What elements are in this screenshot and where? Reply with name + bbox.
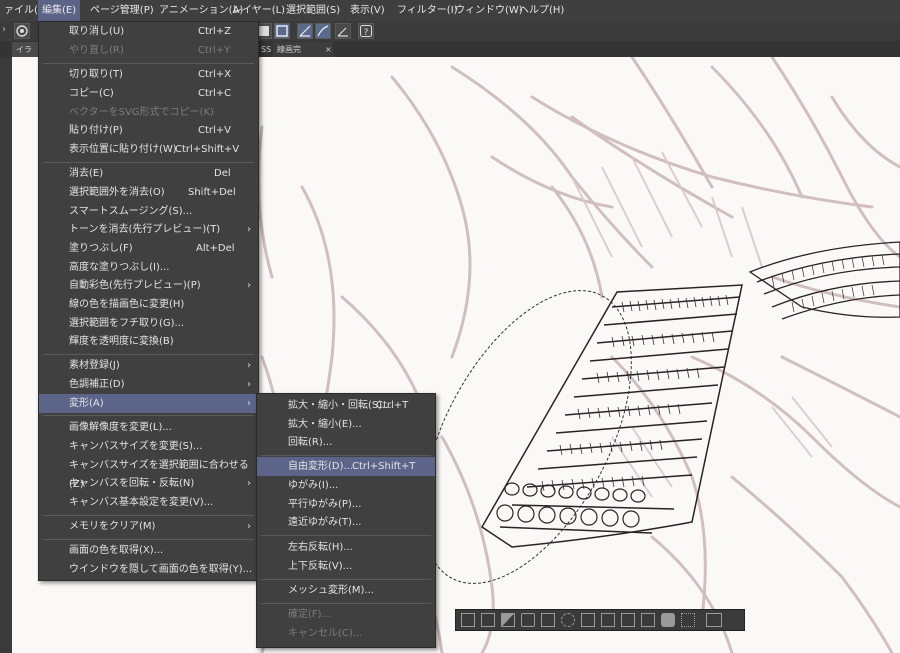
tab-illust[interactable]: イラスト [12,42,39,57]
menu-item-tonal-correction[interactable]: 色調補正(D) › [39,375,258,394]
special-ruler-snap-icon[interactable] [315,23,331,39]
menu-item-free-transform[interactable]: 自由変形(D)... Ctrl+Shift+T [257,457,435,476]
menu-view[interactable]: 表示(V) [346,0,389,21]
shrink-selection-icon[interactable] [541,613,555,627]
menu-item-perspective-distort[interactable]: 遠近ゆがみ(T)... [257,513,435,532]
menu-item-flip-vertical[interactable]: 上下反転(V)... [257,557,435,576]
feather-selection-icon[interactable] [561,613,575,627]
menu-item-paste[interactable]: 貼り付け(P) Ctrl+V [39,121,258,140]
fill-icon[interactable] [661,613,675,627]
menu-item-rotate[interactable]: 回転(R)... [257,433,435,452]
cut-paste-icon[interactable] [601,613,615,627]
menu-item-cut[interactable]: 切り取り(T) Ctrl+X [39,65,258,84]
select-all-icon[interactable] [481,613,495,627]
submenu-arrow-icon: › [247,379,251,390]
menu-item-scale[interactable]: 拡大・縮小(E)... [257,415,435,434]
svg-text:?: ? [364,28,369,38]
menu-item-obtain-screen-color[interactable]: 画面の色を取得(X)... [39,541,258,560]
menu-separator [43,162,254,163]
menu-item-auto-color[interactable]: 自動彩色(先行プレビュー)(P) › [39,276,258,295]
menu-separator [261,455,431,456]
menu-item-clear-memory[interactable]: メモリをクリア(M) › [39,517,258,536]
menu-separator [261,603,431,604]
menu-separator [43,354,254,355]
menu-item-smart-smoothing[interactable]: スマートスムージング(S)... [39,202,258,221]
menu-item-change-resolution[interactable]: 画像解像度を変更(L)... [39,418,258,437]
menu-item-clear-outside-selection[interactable]: 選択範囲外を消去(O) Shift+Del [39,183,258,202]
app-logo-icon[interactable] [14,23,30,39]
menu-item-copy-vector-svg[interactable]: ベクターをSVG形式でコピー(K) [39,103,258,122]
crop-icon[interactable] [641,613,655,627]
menu-item-border-selection[interactable]: 選択範囲をフチ取り(G)... [39,314,258,333]
menu-bar: ァイル(F) 編集(E) ページ管理(P) アニメーション(A) レイヤー(L)… [0,0,900,22]
ruler-snap-icon[interactable] [297,23,313,39]
help-icon[interactable]: ? [358,23,374,39]
menu-page-management[interactable]: ページ管理(P) [86,0,158,21]
menu-item-fit-canvas-to-selection[interactable]: キャンバスサイズを選択範囲に合わせる(Z) [39,456,258,490]
menu-item-register-material[interactable]: 素材登録(J) › [39,356,258,375]
menu-separator [43,415,254,416]
transform-submenu: 拡大・縮小・回転(S)... Ctrl+T 拡大・縮小(E)... 回転(R)..… [256,393,436,648]
menu-item-flip-horizontal[interactable]: 左右反転(H)... [257,538,435,557]
submenu-arrow-icon: › [247,521,251,532]
launcher-settings-icon[interactable] [706,613,722,627]
menu-item-transform[interactable]: 変形(A) › [39,394,258,413]
menu-item-parallel-distort[interactable]: 平行ゆがみ(P)... [257,495,435,514]
menu-separator [261,579,431,580]
menu-separator [43,63,254,64]
selection-frame-icon[interactable] [274,23,290,39]
menu-item-redo[interactable]: やり直し(R) Ctrl+Y [39,41,258,60]
menu-item-canvas-basic-settings[interactable]: キャンバス基本設定を変更(V)... [39,493,258,512]
menu-item-copy[interactable]: コピー(C) Ctrl+C [39,84,258,103]
grid-snap-icon[interactable] [335,23,351,39]
menu-selection[interactable]: 選択範囲(S) [282,0,344,21]
submenu-arrow-icon: › [247,360,251,371]
menu-item-fill[interactable]: 塗りつぶし(F) Alt+Del [39,239,258,258]
submenu-arrow-icon: › [247,224,251,235]
menu-item-distort[interactable]: ゆがみ(I)... [257,476,435,495]
copy-paste-icon[interactable] [581,613,595,627]
expand-selection-icon[interactable] [521,613,535,627]
menu-item-remove-tone[interactable]: トーンを消去(先行プレビュー)(T) › [39,220,258,239]
menu-item-luminance-to-transparency[interactable]: 輝度を透明度に変換(B) [39,332,258,351]
submenu-arrow-icon: › [247,478,251,489]
edit-menu: 取り消し(U) Ctrl+Z やり直し(R) Ctrl+Y 切り取り(T) Ctrl+… [38,21,259,581]
copy-icon[interactable] [621,613,635,627]
menu-item-mesh-transform[interactable]: メッシュ変形(M)... [257,581,435,600]
menu-item-paste-in-place[interactable]: 表示位置に貼り付け(W) Ctrl+Shift+V [39,140,258,159]
menu-layer[interactable]: レイヤー(L) [228,0,289,21]
submenu-arrow-icon: › [247,280,251,291]
tab-lineart-complete[interactable]: 線画完成.p... [273,42,321,57]
menu-edit[interactable]: 編集(E) [38,0,81,21]
menu-item-rotate-flip-canvas[interactable]: キャンバスを回転・反転(N) › [39,474,258,493]
menu-separator [43,539,254,540]
tone-icon[interactable] [681,613,695,627]
menu-help[interactable]: ヘルプ(H) [515,0,568,21]
deselect-icon[interactable] [461,613,475,627]
selection-launcher-bar [455,609,745,631]
menu-item-change-canvas-size[interactable]: キャンバスサイズを変更(S)... [39,437,258,456]
menu-item-undo[interactable]: 取り消し(U) Ctrl+Z [39,22,258,41]
menu-item-change-line-color[interactable]: 線の色を描画色に変更(H) [39,295,258,314]
close-tab-icon[interactable]: × [321,42,333,57]
invert-selection-icon[interactable] [501,613,515,627]
menu-item-confirm[interactable]: 確定(F)... [257,605,435,624]
menu-separator [261,535,431,536]
submenu-arrow-icon: › [247,398,251,409]
menu-item-clear[interactable]: 消去(E) Del [39,164,258,183]
menu-item-scale-rotate[interactable]: 拡大・縮小・回転(S)... Ctrl+T [257,396,435,415]
menu-separator [43,515,254,516]
left-panel-strip [0,57,12,653]
menu-item-advanced-fill[interactable]: 高度な塗りつぶし(I)... [39,258,258,277]
menu-item-hide-window-obtain-color[interactable]: ウインドウを隠して画面の色を取得(Y)... [39,560,258,579]
menu-item-cancel[interactable]: キャンセル(C)... [257,624,435,643]
